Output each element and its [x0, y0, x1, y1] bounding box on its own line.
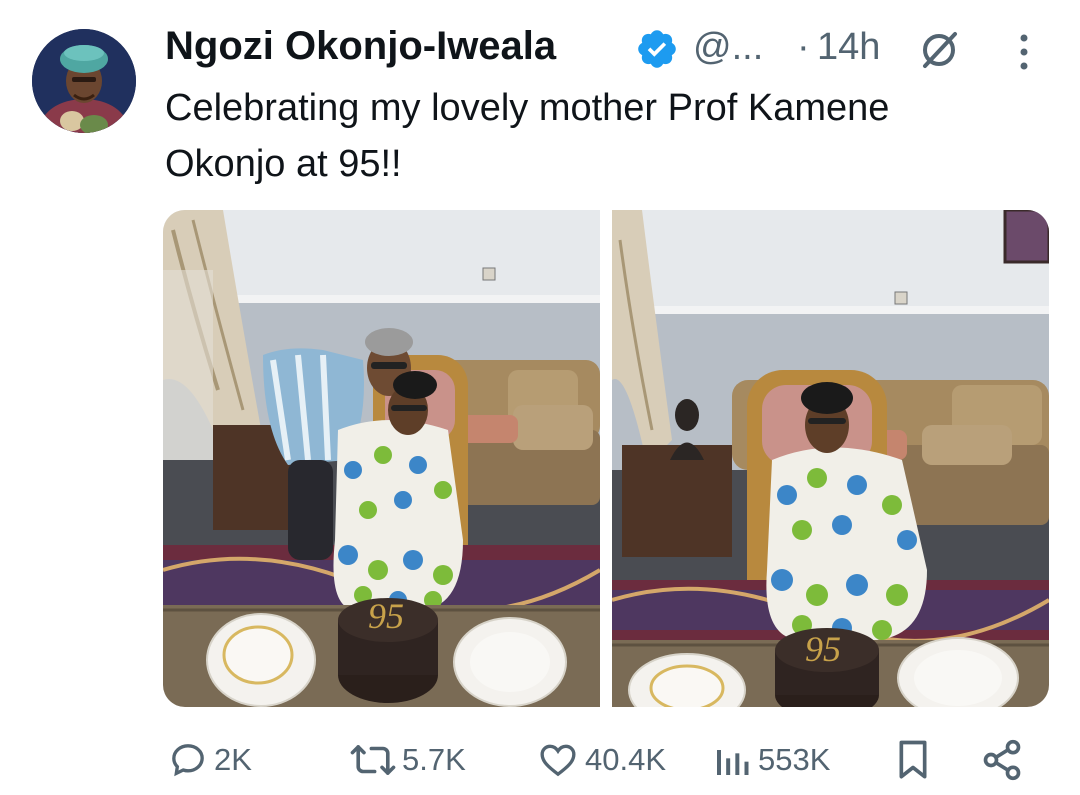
bookmark-button[interactable]: [893, 730, 933, 790]
views-count: 553K: [758, 742, 831, 777]
separator-dot: ·: [797, 26, 810, 68]
views-button[interactable]: 553K: [712, 730, 830, 790]
views-icon: [717, 750, 749, 775]
action-bar: 2K 5.7K 40.4K 553K: [0, 730, 1080, 790]
bookmark-icon: [899, 740, 927, 779]
like-icon: [540, 744, 576, 777]
cake-number-left: 95: [368, 596, 404, 636]
author-name[interactable]: Ngozi Okonjo-Iweala: [165, 24, 556, 69]
avatar[interactable]: [32, 29, 136, 133]
repost-count: 5.7K: [402, 742, 466, 777]
cake-number-right: 95: [805, 629, 841, 669]
tweet-header: Ngozi Okonjo-Iweala @... · 14h: [165, 22, 1060, 78]
avatar-image: [32, 29, 136, 133]
repost-button[interactable]: 5.7K: [350, 730, 466, 790]
tweet-text: Celebrating my lovely mother Prof Kamene…: [165, 87, 890, 185]
share-icon: [983, 739, 1021, 781]
like-count: 40.4K: [585, 742, 667, 777]
verified-badge-icon: [638, 30, 676, 68]
reply-button[interactable]: 2K: [168, 730, 252, 790]
repost-icon: [350, 745, 396, 775]
media-grid: 95 95: [163, 210, 1049, 707]
author-handle[interactable]: @...: [693, 26, 763, 69]
share-button[interactable]: [980, 730, 1024, 790]
like-button[interactable]: 40.4K: [537, 730, 666, 790]
timestamp[interactable]: 14h: [817, 26, 880, 69]
reply-icon: [172, 744, 204, 777]
reply-count: 2K: [214, 742, 252, 777]
grok-icon[interactable]: [917, 28, 961, 72]
more-icon[interactable]: [1017, 32, 1031, 72]
